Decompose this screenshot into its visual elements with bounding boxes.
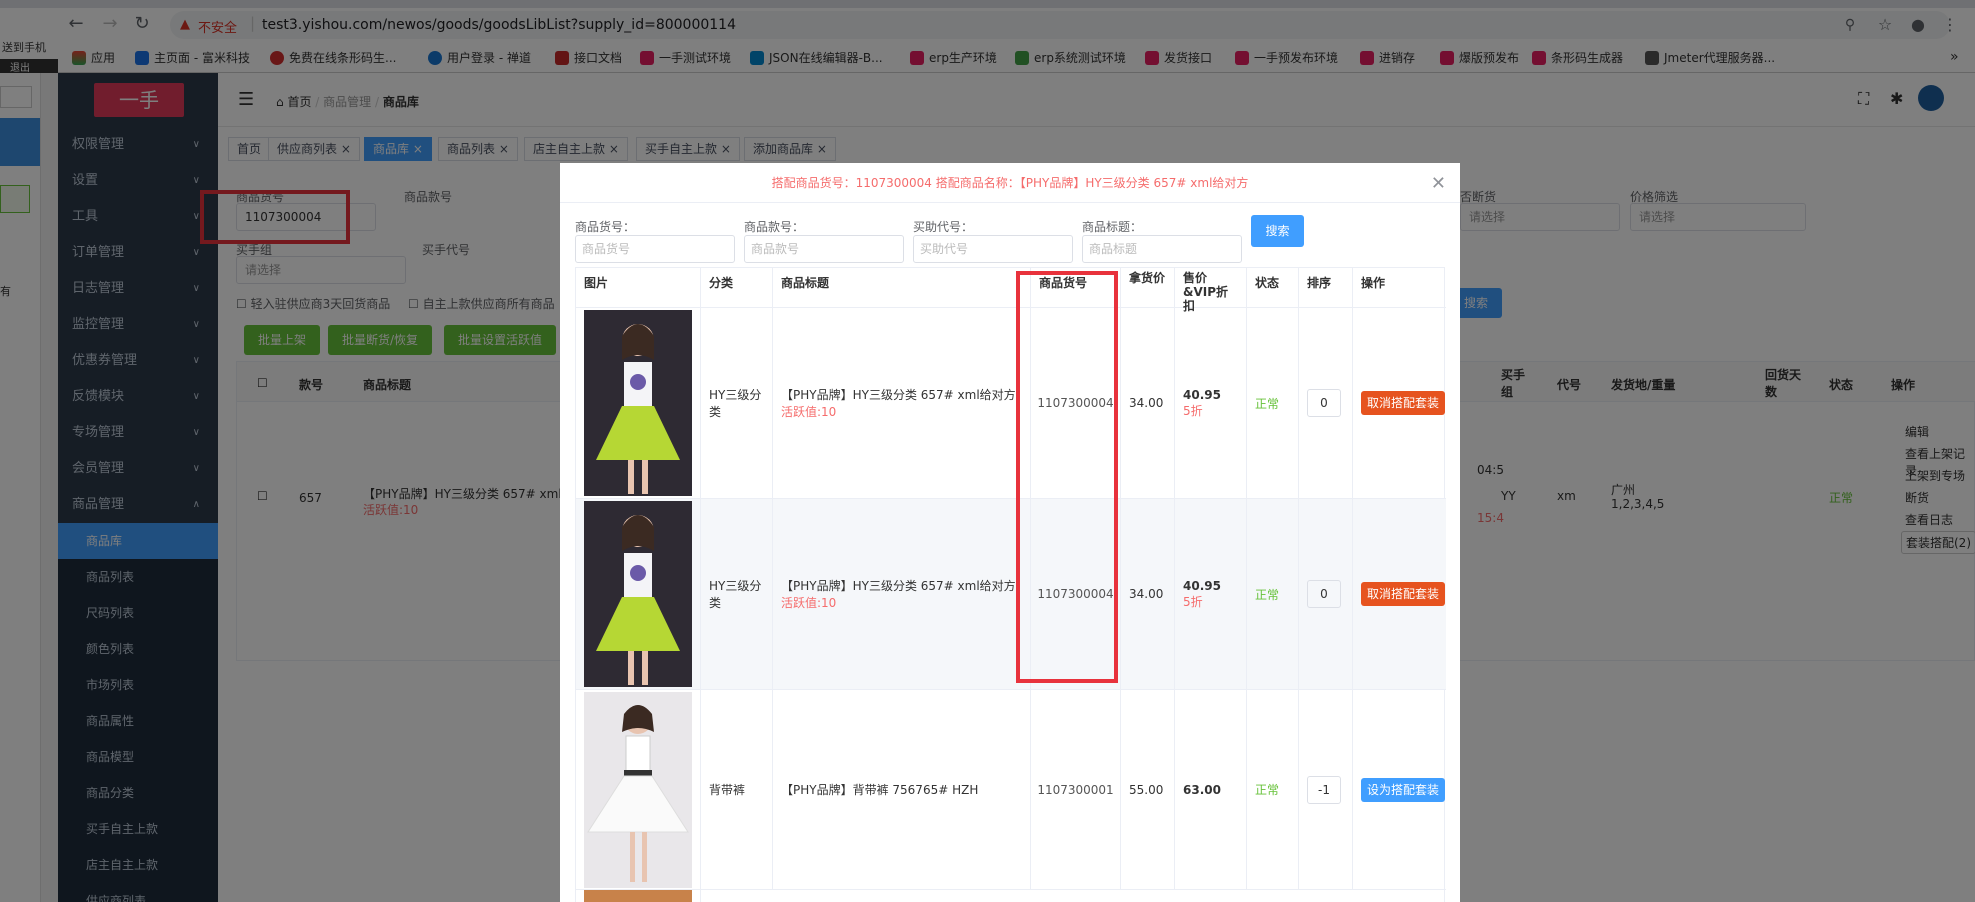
price-text: 40.95: [1183, 387, 1221, 402]
cell-op: 设为搭配套装: [1353, 690, 1446, 889]
cell-title: 【PHY品牌】HY三级分类 657# xml给对方 活跃值:10: [773, 308, 1031, 498]
cell-goods-no: 1107300001: [1031, 690, 1121, 889]
suit-table: 图片 分类 商品标题 商品货号 拿货价 售价&VIP折扣 状态 排序 操作 HY…: [575, 267, 1446, 902]
table-row: 背带裤 【PHY品牌】背带裤 756765# HZH 1107300001 55…: [576, 690, 1446, 890]
discount-text: 5折: [1183, 594, 1203, 609]
goods-title-field[interactable]: 商品标题: [1082, 235, 1242, 263]
cell-price: 63.00: [1175, 690, 1247, 889]
cell-title: 【PHY品牌】HY三级分类 657# xml给对方 活跃值:10: [773, 499, 1031, 689]
table-row: HY三级分类 【PHY品牌】HY三级分类 657# xml给对方 活跃值:10 …: [576, 499, 1446, 690]
col-header: 操作: [1353, 268, 1446, 308]
field-label: 商品标题：: [1082, 220, 1143, 234]
product-image[interactable]: [584, 691, 692, 888]
title-text: 【PHY品牌】HY三级分类 657# xml给对方: [781, 579, 1016, 593]
product-image[interactable]: [584, 501, 692, 687]
product-image[interactable]: [584, 310, 692, 496]
cell-sort: -1: [1299, 690, 1353, 889]
col-header: 状态: [1247, 268, 1299, 308]
cell-cost: 34.00: [1121, 308, 1175, 498]
cell-price: 40.95 5折: [1175, 499, 1247, 689]
field-label: 商品货号：: [575, 220, 636, 234]
cancel-suit-button[interactable]: 取消搭配套装: [1361, 391, 1446, 415]
cell-status: 正常: [1247, 499, 1299, 689]
sort-input[interactable]: 0: [1307, 389, 1341, 417]
field-label: 商品款号：: [744, 220, 805, 234]
col-header: 售价&VIP折扣: [1175, 268, 1247, 313]
sort-input[interactable]: 0: [1307, 580, 1341, 608]
cell-image: [576, 499, 701, 689]
cell-cost: 34.00: [1121, 499, 1175, 689]
dialog-title: 搭配商品货号：1107300004 搭配商品名称：【PHY品牌】HY三级分类 6…: [560, 163, 1460, 203]
goods-no-field[interactable]: 商品货号: [575, 235, 735, 263]
title-text: 【PHY品牌】背带裤 756765# HZH: [781, 783, 979, 797]
active-text: 活跃值:10: [781, 596, 837, 610]
suit-dialog: 搭配商品货号：1107300004 搭配商品名称：【PHY品牌】HY三级分类 6…: [560, 163, 1460, 902]
cell-image: [576, 308, 701, 498]
title-text: 【PHY品牌】HY三级分类 657# xml给对方: [781, 388, 1016, 402]
col-header: 排序: [1299, 268, 1353, 308]
cell-status: 正常: [1247, 308, 1299, 498]
col-header: 拿货价: [1121, 268, 1175, 308]
discount-text: 5折: [1183, 403, 1203, 418]
table-row: [576, 889, 1446, 902]
cell-sort: 0: [1299, 499, 1353, 689]
price-text: 40.95: [1183, 578, 1221, 593]
cell-image: [576, 889, 701, 902]
buyer-assist-field[interactable]: 买助代号: [913, 235, 1073, 263]
set-suit-button[interactable]: 设为搭配套装: [1361, 777, 1446, 802]
product-image[interactable]: [584, 889, 692, 902]
cancel-suit-button[interactable]: 取消搭配套装: [1361, 582, 1446, 606]
cell-status: 正常: [1247, 690, 1299, 889]
dialog-search-button[interactable]: 搜索: [1251, 215, 1304, 247]
cell-op: 取消搭配套装: [1353, 499, 1446, 689]
cell-category: 背带裤: [701, 690, 773, 889]
col-header: 分类: [701, 268, 773, 308]
close-icon[interactable]: ✕: [1431, 173, 1446, 194]
sort-input[interactable]: -1: [1307, 775, 1341, 804]
cell-category: HY三级分类: [701, 308, 773, 498]
cell-op: 取消搭配套装: [1353, 308, 1446, 498]
cell-title: 【PHY品牌】背带裤 756765# HZH: [773, 690, 1031, 889]
cell-cost: 55.00: [1121, 690, 1175, 889]
highlight-box: [1016, 271, 1118, 683]
cell-price: 40.95 5折: [1175, 308, 1247, 498]
col-header: 商品标题: [773, 268, 1031, 308]
cell-sort: 0: [1299, 308, 1353, 498]
cell-image: [576, 690, 701, 889]
goods-kuan-field[interactable]: 商品款号: [744, 235, 904, 263]
price-text: 63.00: [1183, 782, 1221, 797]
col-header: 图片: [576, 268, 701, 308]
field-label: 买助代号：: [913, 220, 974, 234]
active-text: 活跃值:10: [781, 405, 837, 419]
cell-category: HY三级分类: [701, 499, 773, 689]
table-row: HY三级分类 【PHY品牌】HY三级分类 657# xml给对方 活跃值:10 …: [576, 308, 1446, 499]
